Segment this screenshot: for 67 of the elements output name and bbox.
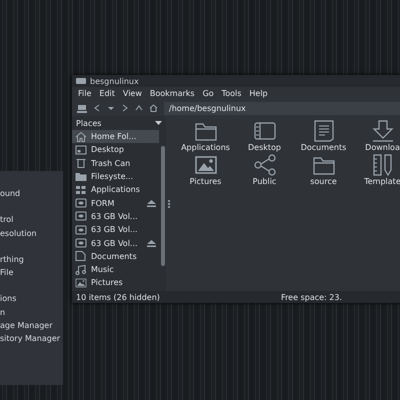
home-icon[interactable] <box>149 104 158 112</box>
scrollbar[interactable] <box>161 146 166 266</box>
drive-icon <box>75 224 87 236</box>
window-title: besgnulinux <box>90 76 139 86</box>
menu-item[interactable]: Tools <box>222 89 242 98</box>
music-icon <box>75 264 87 276</box>
drive-icon <box>75 210 87 222</box>
menu-item[interactable]: n <box>0 306 63 320</box>
computer-icon[interactable] <box>77 104 87 112</box>
place-item[interactable]: 63 GB Vol... <box>72 236 160 250</box>
file-label[interactable]: Pictures <box>190 177 222 186</box>
menu-item[interactable]: sitory Manager <box>0 332 63 346</box>
dropdown-icon[interactable] <box>107 104 115 112</box>
menu-item[interactable]: Bookmarks <box>150 89 195 98</box>
up-icon[interactable] <box>135 104 143 112</box>
menu-item[interactable]: Edit <box>99 89 115 98</box>
file-label[interactable]: Public <box>252 177 276 186</box>
place-item[interactable]: Trash Can <box>72 156 160 170</box>
place-item[interactable]: Filesyste... <box>72 170 160 184</box>
place-item[interactable]: 63 GB Vol... <box>72 210 160 224</box>
file-label[interactable]: Desktop <box>248 143 281 152</box>
home-icon <box>75 130 87 143</box>
apps-icon <box>75 184 87 196</box>
forward-icon[interactable] <box>121 104 129 112</box>
trash-icon <box>75 157 87 170</box>
menu-item[interactable]: rthing <box>0 252 63 266</box>
file-label[interactable]: Applications <box>181 143 230 152</box>
free-space-text: Free space: 23. <box>281 292 342 302</box>
menu-item[interactable]: View <box>122 89 142 98</box>
dropdown-icon[interactable] <box>155 120 162 126</box>
place-item[interactable]: Music <box>72 262 160 276</box>
template-icon <box>370 153 394 177</box>
path-field[interactable]: /home/besgnulinux <box>164 102 400 114</box>
place-item[interactable]: FORM <box>72 196 160 210</box>
drive-icon <box>75 237 87 250</box>
menu-item[interactable]: File <box>0 266 63 280</box>
menu-item[interactable]: Go <box>202 89 214 98</box>
share-icon <box>252 153 276 177</box>
desktop-icon <box>75 144 87 156</box>
doc-icon <box>312 119 336 143</box>
place-item[interactable]: Pictures <box>72 276 160 290</box>
place-item[interactable]: Desktop <box>72 143 160 157</box>
splitter-handle[interactable] <box>168 200 170 208</box>
place-item[interactable]: Applications <box>72 183 160 196</box>
drive-icon <box>75 197 87 210</box>
menu-item[interactable]: trol <box>0 213 63 227</box>
doc-icon <box>75 250 87 262</box>
file-label[interactable]: Template <box>364 177 400 186</box>
eject-icon[interactable] <box>147 240 156 247</box>
pictures-icon <box>75 276 87 289</box>
place-item[interactable]: Documents <box>72 250 160 263</box>
menu-item[interactable]: ions <box>0 292 63 306</box>
status-text: 10 items (26 hidden) <box>76 292 160 302</box>
menu-item[interactable]: ound <box>0 187 63 200</box>
menu-item[interactable]: esolution <box>0 226 63 240</box>
download-icon <box>370 119 394 143</box>
place-item[interactable]: 63 GB Vol... <box>72 223 160 236</box>
file-label[interactable]: Documents <box>300 143 346 152</box>
file-label[interactable]: Downloa <box>365 143 400 152</box>
menu-item[interactable]: Help <box>249 89 268 98</box>
menu-item[interactable]: age Manager <box>0 319 63 332</box>
eject-icon[interactable] <box>147 200 156 207</box>
menu-item[interactable]: File <box>78 89 92 98</box>
panel-title: Places <box>76 118 102 128</box>
place-item[interactable]: Home Fol... <box>72 130 160 144</box>
file-label[interactable]: source <box>310 177 337 186</box>
back-icon[interactable] <box>93 104 101 112</box>
